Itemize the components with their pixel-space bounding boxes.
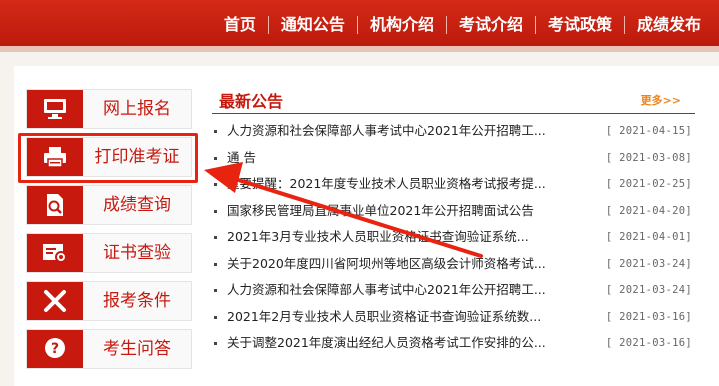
annotation-arrow-icon: [204, 162, 483, 258]
